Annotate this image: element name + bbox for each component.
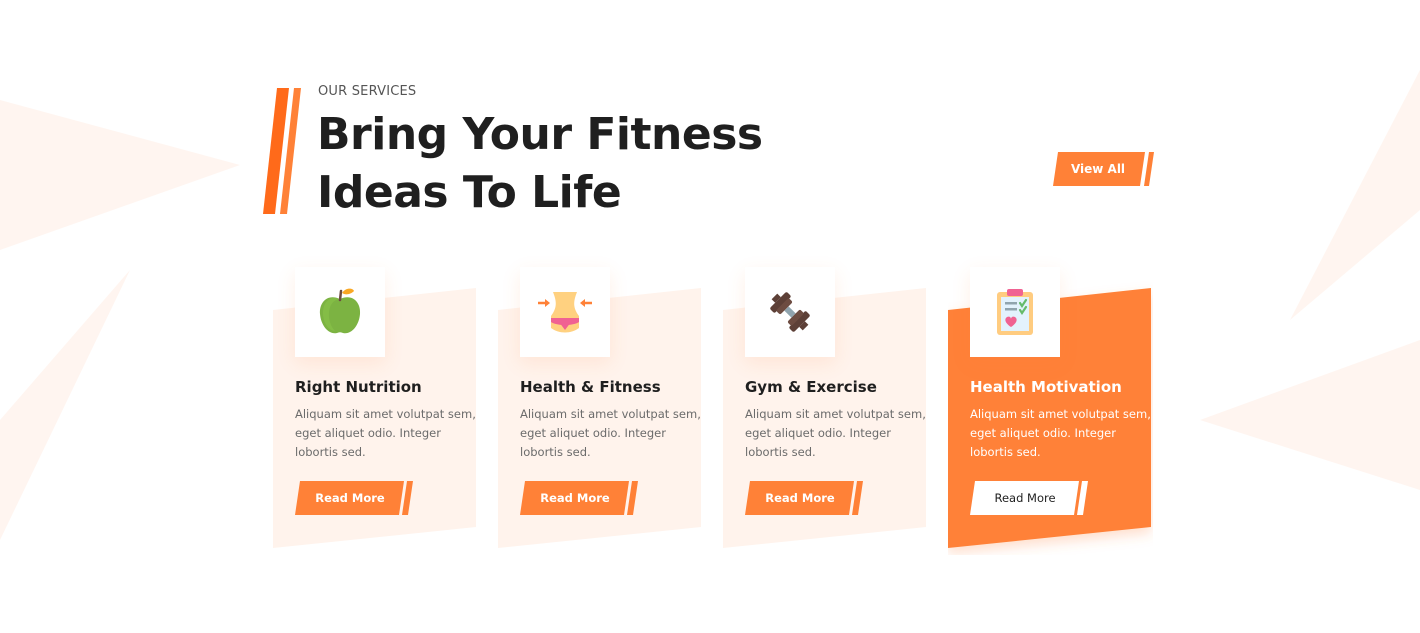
service-card-health-motivation: Health Motivation Aliquam sit amet volut… xyxy=(948,265,1153,555)
read-more-button[interactable]: Read More xyxy=(745,481,865,515)
card-icon-box xyxy=(520,267,610,357)
dumbbell-icon xyxy=(770,292,810,332)
card-description: Aliquam sit amet volutpat sem, eget aliq… xyxy=(520,407,701,459)
card-title: Health & Fitness xyxy=(520,378,661,396)
view-all-label: View All xyxy=(1070,162,1126,176)
title-line-1: Bring Your Fitness xyxy=(317,109,763,160)
card-description: Aliquam sit amet volutpat sem, eget aliq… xyxy=(295,407,476,459)
card-title: Right Nutrition xyxy=(295,378,422,396)
read-more-label: Read More xyxy=(315,491,385,505)
card-icon-box xyxy=(970,267,1060,357)
card-icon-box xyxy=(745,267,835,357)
card-title: Health Motivation xyxy=(970,378,1122,396)
background-triangle xyxy=(1290,70,1420,320)
service-card-health-fitness: Health & Fitness Aliquam sit amet volutp… xyxy=(498,265,703,555)
background-triangle xyxy=(0,270,130,540)
read-more-button[interactable]: Read More xyxy=(520,481,640,515)
read-more-label: Read More xyxy=(765,491,835,505)
card-icon-box xyxy=(295,267,385,357)
read-more-button[interactable]: Read More xyxy=(295,481,415,515)
accent-stripes xyxy=(263,88,301,214)
card-description: Aliquam sit amet volutpat sem, eget aliq… xyxy=(745,407,926,459)
background-triangle xyxy=(0,100,240,250)
service-card-right-nutrition: Right Nutrition Aliquam sit amet volutpa… xyxy=(273,265,478,555)
section-eyebrow: OUR SERVICES xyxy=(318,84,417,99)
clipboard-icon xyxy=(997,289,1033,335)
read-more-label: Read More xyxy=(540,491,610,505)
read-more-button[interactable]: Read More xyxy=(970,481,1090,515)
title-line-2: Ideas To Life xyxy=(317,167,622,218)
view-all-button[interactable]: View All xyxy=(1053,152,1155,186)
section-title: Bring Your Fitness Ideas To Life xyxy=(317,106,837,222)
waist-icon xyxy=(538,292,592,333)
card-title: Gym & Exercise xyxy=(745,378,877,396)
service-card-gym-exercise: Gym & Exercise Aliquam sit amet volutpat… xyxy=(723,265,928,555)
card-description: Aliquam sit amet volutpat sem, eget aliq… xyxy=(970,407,1151,459)
read-more-label: Read More xyxy=(994,491,1056,505)
background-triangle xyxy=(1200,340,1420,490)
apple-icon xyxy=(319,288,361,334)
